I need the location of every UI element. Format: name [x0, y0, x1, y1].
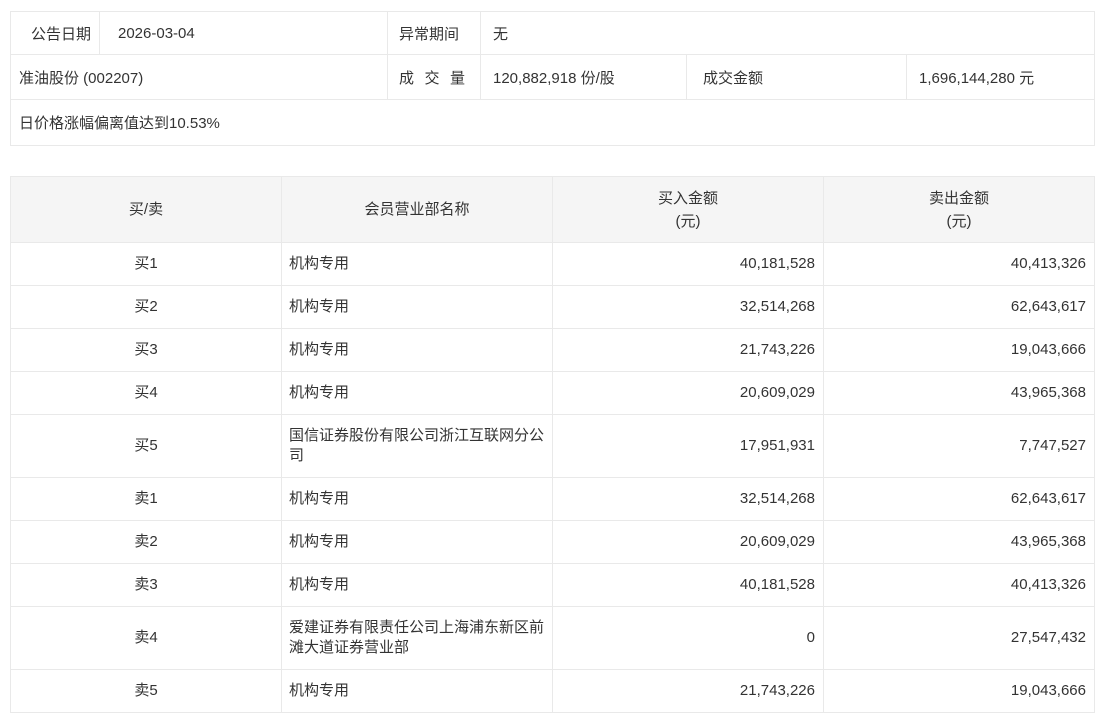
- side-cell: 卖3: [11, 564, 282, 607]
- table-row: 卖1 机构专用 32,514,268 62,643,617: [11, 478, 1095, 521]
- abnormal-period-label: 异常期间: [388, 12, 481, 54]
- buy-amount-cell: 20,609,029: [553, 521, 824, 564]
- turnover-value: 1,696,144,280 元: [907, 55, 1094, 99]
- volume-label: 成交量: [388, 55, 481, 99]
- branch-cell: 机构专用: [282, 243, 553, 286]
- sell-amount-cell: 43,965,368: [824, 521, 1095, 564]
- buy-amount-cell: 20,609,029: [553, 372, 824, 415]
- table-row: 买4 机构专用 20,609,029 43,965,368: [11, 372, 1095, 415]
- stock-info-panel: 公告日期 2026-03-04 异常期间 无 准油股份 (002207) 成交量…: [10, 11, 1095, 146]
- table-row: 卖5 机构专用 21,743,226 19,043,666: [11, 670, 1095, 713]
- announce-date-label: 公告日期: [11, 12, 100, 54]
- side-cell: 买3: [11, 329, 282, 372]
- sell-amount-cell: 19,043,666: [824, 329, 1095, 372]
- info-row-volume: 准油股份 (002207) 成交量 120,882,918 份/股 成交金额 1…: [11, 54, 1094, 99]
- buy-amount-cell: 40,181,528: [553, 564, 824, 607]
- buy-amount-cell: 32,514,268: [553, 478, 824, 521]
- branch-cell: 机构专用: [282, 670, 553, 713]
- buy-amount-cell: 0: [553, 607, 824, 670]
- side-cell: 买5: [11, 415, 282, 478]
- branch-cell: 爱建证券有限责任公司上海浦东新区前滩大道证券营业部: [282, 607, 553, 670]
- branch-cell: 机构专用: [282, 329, 553, 372]
- sell-amount-cell: 62,643,617: [824, 286, 1095, 329]
- side-cell: 买4: [11, 372, 282, 415]
- table-header-sell-amount: 卖出金额 (元): [824, 177, 1095, 243]
- side-cell: 买2: [11, 286, 282, 329]
- table-row: 买5 国信证券股份有限公司浙江互联网分公司 17,951,931 7,747,5…: [11, 415, 1095, 478]
- table-header-branch: 会员营业部名称: [282, 177, 553, 243]
- table-row: 卖3 机构专用 40,181,528 40,413,326: [11, 564, 1095, 607]
- info-row-reason: 日价格涨幅偏离值达到10.53%: [11, 99, 1094, 145]
- announce-date-value: 2026-03-04: [100, 12, 388, 54]
- table-header-side: 买/卖: [11, 177, 282, 243]
- side-cell: 卖1: [11, 478, 282, 521]
- branch-cell: 机构专用: [282, 521, 553, 564]
- branch-cell: 机构专用: [282, 564, 553, 607]
- info-row-announcement: 公告日期 2026-03-04 异常期间 无: [11, 12, 1094, 54]
- deviation-note: 日价格涨幅偏离值达到10.53%: [11, 100, 1094, 145]
- side-cell: 卖5: [11, 670, 282, 713]
- branch-cell: 机构专用: [282, 478, 553, 521]
- table-row: 卖4 爱建证券有限责任公司上海浦东新区前滩大道证券营业部 0 27,547,43…: [11, 607, 1095, 670]
- sell-amount-cell: 62,643,617: [824, 478, 1095, 521]
- broker-table-body: 买1 机构专用 40,181,528 40,413,326 买2 机构专用 32…: [11, 243, 1095, 713]
- side-cell: 卖4: [11, 607, 282, 670]
- broker-table-header: 买/卖 会员营业部名称 买入金额 (元) 卖出金额 (元): [11, 177, 1095, 243]
- side-cell: 买1: [11, 243, 282, 286]
- branch-cell: 机构专用: [282, 286, 553, 329]
- buy-amount-cell: 21,743,226: [553, 329, 824, 372]
- table-row: 买2 机构专用 32,514,268 62,643,617: [11, 286, 1095, 329]
- buy-amount-cell: 17,951,931: [553, 415, 824, 478]
- buy-amount-cell: 32,514,268: [553, 286, 824, 329]
- sell-amount-cell: 40,413,326: [824, 243, 1095, 286]
- table-row: 买1 机构专用 40,181,528 40,413,326: [11, 243, 1095, 286]
- branch-cell: 国信证券股份有限公司浙江互联网分公司: [282, 415, 553, 478]
- broker-table: 买/卖 会员营业部名称 买入金额 (元) 卖出金额 (元) 买1 机构专用: [10, 176, 1095, 713]
- sell-amount-cell: 27,547,432: [824, 607, 1095, 670]
- table-row: 买3 机构专用 21,743,226 19,043,666: [11, 329, 1095, 372]
- volume-value: 120,882,918 份/股: [481, 55, 687, 99]
- turnover-label: 成交金额: [687, 55, 907, 99]
- buy-amount-cell: 40,181,528: [553, 243, 824, 286]
- stock-title: 准油股份 (002207): [11, 55, 388, 99]
- side-cell: 卖2: [11, 521, 282, 564]
- table-row: 卖2 机构专用 20,609,029 43,965,368: [11, 521, 1095, 564]
- sell-amount-cell: 7,747,527: [824, 415, 1095, 478]
- table-header-buy-amount: 买入金额 (元): [553, 177, 824, 243]
- buy-amount-cell: 21,743,226: [553, 670, 824, 713]
- sell-amount-cell: 40,413,326: [824, 564, 1095, 607]
- sell-amount-cell: 19,043,666: [824, 670, 1095, 713]
- sell-amount-cell: 43,965,368: [824, 372, 1095, 415]
- page: 公告日期 2026-03-04 异常期间 无 准油股份 (002207) 成交量…: [0, 0, 1105, 721]
- branch-cell: 机构专用: [282, 372, 553, 415]
- abnormal-period-value: 无: [481, 12, 1094, 54]
